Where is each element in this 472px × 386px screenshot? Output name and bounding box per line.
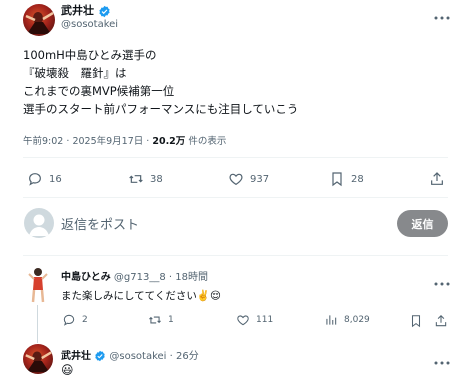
reply-emoji: ✌️😌 xyxy=(196,290,221,302)
tweet-text-line: 選手のスタート前パフォーマンスにも注目していこう xyxy=(23,102,299,116)
retweet-icon xyxy=(129,175,143,183)
reply-author-name[interactable]: 中島ひとみ xyxy=(61,272,111,283)
author-avatar[interactable] xyxy=(23,4,55,36)
like-icon xyxy=(229,173,243,186)
tweet-time[interactable]: 午前9:02 xyxy=(23,136,63,147)
tweet-date[interactable]: 2025年9月17日 xyxy=(72,136,143,147)
share-icon xyxy=(435,315,447,327)
reply-author-avatar[interactable] xyxy=(23,344,53,374)
reply-button[interactable]: 2 xyxy=(62,313,88,327)
thread-line xyxy=(37,305,38,343)
bookmark-icon xyxy=(332,172,342,187)
share-button[interactable] xyxy=(429,171,445,191)
bookmark-count: 28 xyxy=(351,173,364,185)
reply-count: 2 xyxy=(82,315,88,325)
views-icon xyxy=(326,315,337,325)
divider xyxy=(23,197,448,198)
bookmark-icon xyxy=(411,315,421,328)
reply-author-handle[interactable]: @g713__8 xyxy=(114,272,166,283)
tweet-text-line: これまでの裏MVP候補第一位 xyxy=(23,84,175,98)
divider xyxy=(23,255,448,256)
like-count: 111 xyxy=(256,315,274,325)
like-button[interactable]: 111 xyxy=(236,313,273,327)
views-count: 20.2万 xyxy=(152,136,186,147)
share-icon xyxy=(431,172,443,185)
retweet-count: 1 xyxy=(168,315,174,325)
reply-time[interactable]: 26分 xyxy=(176,351,199,362)
verified-badge-icon xyxy=(95,350,105,362)
reply-input[interactable]: 返信をポスト xyxy=(61,214,139,233)
default-avatar-icon xyxy=(29,214,49,236)
author-handle[interactable]: @sosotakei xyxy=(61,19,118,30)
reply-icon xyxy=(29,173,41,186)
reply-count: 16 xyxy=(49,173,62,185)
like-count: 937 xyxy=(250,173,270,185)
bookmark-button[interactable] xyxy=(409,313,423,332)
user-avatar[interactable] xyxy=(24,208,54,238)
views-count: 8,029 xyxy=(344,315,370,325)
avatar-figure xyxy=(25,11,54,34)
share-button[interactable] xyxy=(434,313,448,332)
reply-author-name[interactable]: 武井壮 xyxy=(61,351,91,362)
more-icon[interactable] xyxy=(434,351,450,370)
like-button[interactable]: 937 xyxy=(228,171,269,187)
views-label: 件の表示 xyxy=(188,136,227,147)
views-button[interactable]: 8,029 xyxy=(324,313,370,327)
tweet-text-line: 100mH中島ひとみ選手の xyxy=(23,48,157,62)
reply-emoji: 😃 xyxy=(61,363,74,377)
more-icon[interactable] xyxy=(434,272,450,291)
reply-text: また楽しみにしててください xyxy=(61,290,197,302)
verified-badge-icon xyxy=(98,5,110,17)
reply-time[interactable]: 18時間 xyxy=(175,272,208,283)
like-icon xyxy=(237,315,249,326)
avatar-figure xyxy=(28,268,48,303)
bookmark-button[interactable]: 28 xyxy=(329,171,364,187)
reply-submit-button[interactable]: 返信 xyxy=(397,210,448,237)
author-name[interactable]: 武井壮 xyxy=(61,4,94,17)
reply-author-avatar[interactable] xyxy=(27,264,49,304)
retweet-count: 38 xyxy=(150,173,163,185)
avatar-figure xyxy=(25,351,52,373)
tweet-text-line: 『破壊殺 羅針』は xyxy=(23,66,127,80)
reply-button[interactable]: 16 xyxy=(27,171,62,187)
retweet-button[interactable]: 1 xyxy=(148,313,174,327)
retweet-button[interactable]: 38 xyxy=(128,171,163,187)
more-icon[interactable] xyxy=(434,6,450,25)
retweet-icon xyxy=(149,316,161,324)
tweet-meta: 午前9:02 · 2025年9月17日 · 20.2万 件の表示 xyxy=(23,136,227,147)
divider xyxy=(23,157,448,158)
reply-icon xyxy=(63,314,75,326)
reply-author-handle[interactable]: @sosotakei xyxy=(109,351,166,362)
